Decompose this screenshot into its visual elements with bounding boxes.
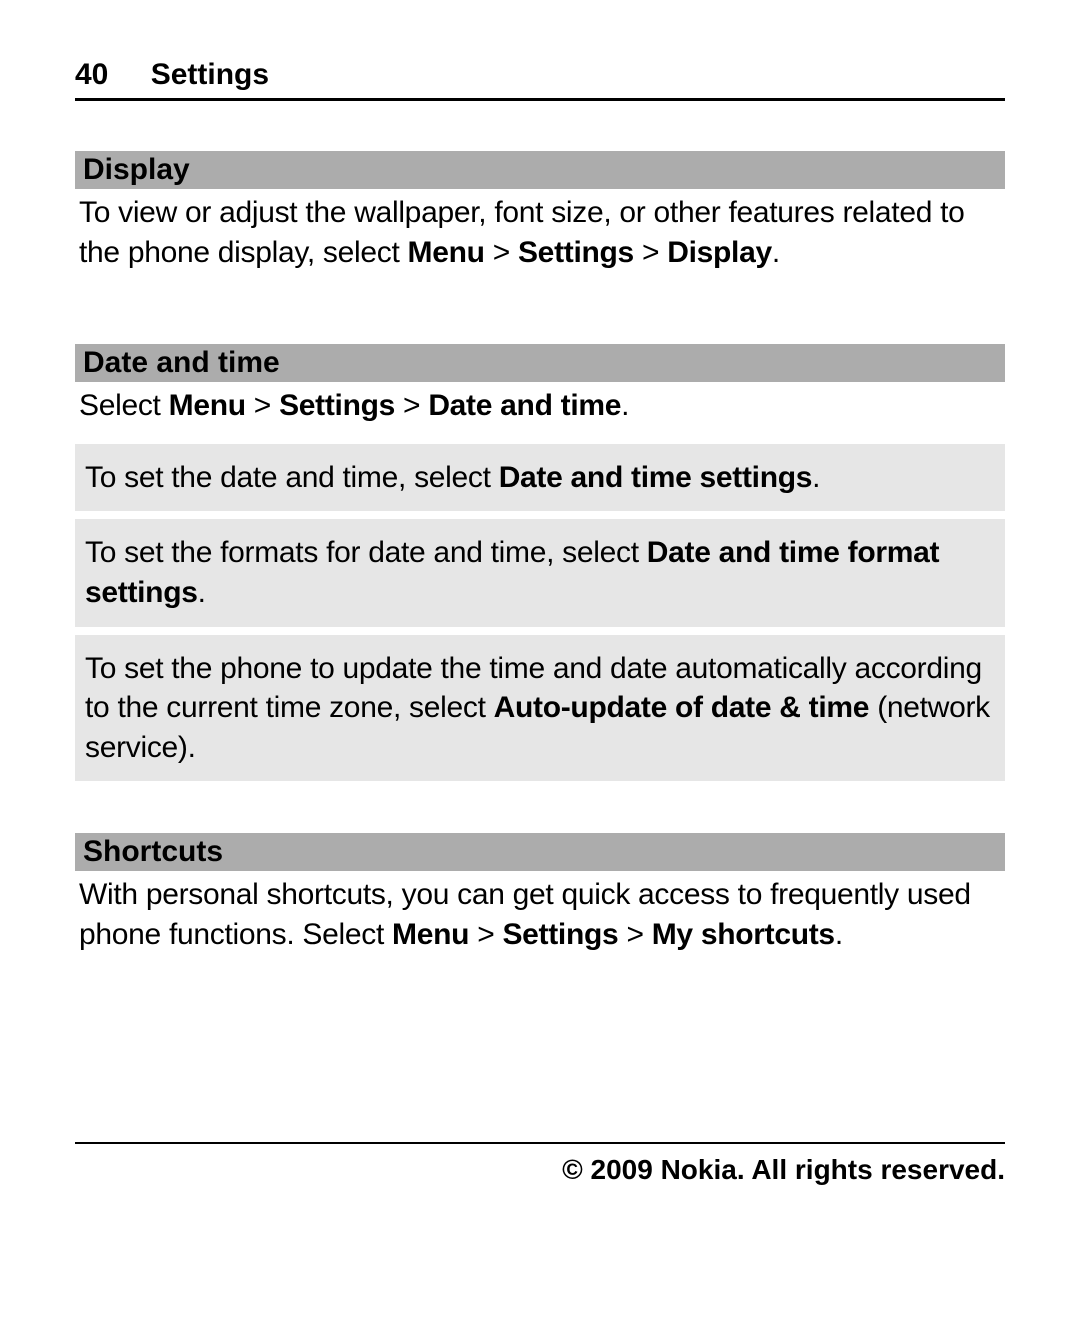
dt-intro-post: . (621, 389, 629, 422)
section-heading-datetime: Date and time (75, 344, 1005, 382)
display-path-settings: Settings (518, 236, 634, 269)
display-sep2: > (634, 236, 667, 269)
datetime-box2: To set the formats for date and time, se… (75, 519, 1005, 626)
dt-intro-sep2: > (395, 389, 428, 422)
dt-box1-post: . (812, 461, 820, 494)
dt-box1-pre: To set the date and time, select (85, 461, 499, 494)
section-heading-display: Display (75, 151, 1005, 189)
datetime-box1: To set the date and time, select Date an… (75, 444, 1005, 512)
display-path-menu: Menu (408, 236, 485, 269)
shortcuts-sep1: > (469, 918, 502, 951)
page-header: 40 Settings (75, 58, 1005, 101)
dt-box2-pre: To set the formats for date and time, se… (85, 536, 647, 569)
datetime-box3: To set the phone to update the time and … (75, 635, 1005, 782)
dt-box3-bold: Auto-update of date & time (494, 691, 870, 724)
dt-intro-datetime: Date and time (428, 389, 621, 422)
dt-intro-pre: Select (79, 389, 169, 422)
page-title: Settings (151, 58, 269, 91)
display-path-display: Display (667, 236, 772, 269)
display-period: . (772, 236, 780, 269)
display-sep1: > (485, 236, 518, 269)
dt-intro-menu: Menu (169, 389, 246, 422)
display-body: To view or adjust the wallpaper, font si… (75, 193, 1005, 272)
shortcuts-settings: Settings (502, 918, 618, 951)
footer-copyright: © 2009 Nokia. All rights reserved. (75, 1142, 1005, 1186)
page-number: 40 (75, 58, 108, 91)
dt-intro-sep1: > (246, 389, 279, 422)
dt-intro-settings: Settings (279, 389, 395, 422)
shortcuts-post: . (835, 918, 843, 951)
datetime-intro: Select Menu > Settings > Date and time. (75, 386, 1005, 426)
shortcuts-body: With personal shortcuts, you can get qui… (75, 875, 1005, 954)
dt-box1-bold: Date and time settings (499, 461, 812, 494)
shortcuts-myshortcuts: My shortcuts (652, 918, 835, 951)
shortcuts-sep2: > (618, 918, 651, 951)
dt-box2-post: . (198, 576, 206, 609)
section-heading-shortcuts: Shortcuts (75, 833, 1005, 871)
shortcuts-menu: Menu (392, 918, 469, 951)
